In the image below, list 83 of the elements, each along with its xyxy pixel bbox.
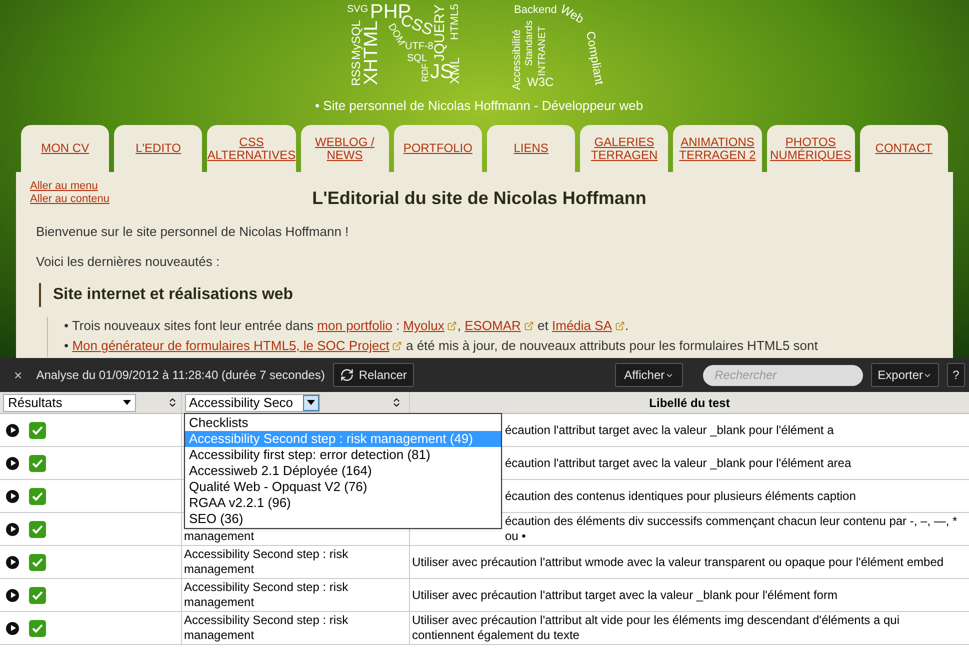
results-select[interactable]: Résultats (3, 394, 136, 412)
nav-tab[interactable]: PHOTOS NUMÉRIQUES (766, 125, 855, 172)
sort-icon (391, 397, 402, 408)
logo-word: Backend (514, 5, 557, 16)
expand-icon[interactable] (6, 424, 19, 436)
logo-word: HTML5 (450, 4, 461, 40)
close-button[interactable]: × (14, 364, 22, 386)
help-button[interactable]: ? (947, 363, 965, 387)
text-link[interactable]: mon portfolio (317, 318, 392, 333)
expand-icon[interactable] (6, 556, 19, 568)
external-link-icon (615, 320, 625, 331)
skip-link[interactable]: Aller au contenu (30, 193, 110, 206)
dropdown-option[interactable]: SEO (36) (185, 511, 501, 527)
dropdown-option[interactable]: Accessibility first step: error detection (81) (185, 447, 501, 463)
paragraph: Voici les dernières nouveautés : (36, 252, 221, 270)
dropdown-option[interactable]: RGAA v2.2.1 (96) (185, 495, 501, 511)
checklist-select[interactable]: Accessibility Seco (185, 394, 320, 412)
news-item: • Mon générateur de formulaires HTML5, le SOC Project a été mis à jour, de nouveaux attributs pour les formulaires HTML5 sont (64, 337, 819, 354)
test-label-cell-text: écaution des éléments div successifs commençant chacun leur contenu par -, –, —, * ou • (505, 514, 958, 544)
nav-tab[interactable]: ANIMATIONS TERRAGEN 2 (673, 125, 762, 172)
expand-icon[interactable] (6, 588, 19, 602)
expand-icon[interactable] (6, 456, 19, 470)
checklist-cell-text: Accessibility Second step : risk management (184, 580, 350, 610)
test-label-cell: Utiliser avec précaution l'attribut target avec la valeur _blank pour l'élément form (412, 588, 838, 602)
column-header: Libellé du test (648, 394, 731, 412)
nav-tab[interactable]: GALERIES TERRAGEN (580, 125, 668, 172)
logo-word: JQUERY (432, 4, 446, 61)
logo-word: Standards (525, 20, 535, 66)
logo-word: UTF-8 (405, 42, 434, 52)
logo-word: W3C (527, 76, 554, 88)
test-label-cell: écaution l'attribut target avec la valeur _blank pour l'élément a (505, 422, 834, 438)
dropdown-option[interactable]: Accessiweb 2.1 Déployée (164) (185, 463, 501, 479)
external-link-icon (392, 340, 402, 351)
nav-tab[interactable]: LIENS (487, 125, 576, 172)
expand-icon[interactable] (6, 522, 19, 536)
external-link-icon (524, 320, 534, 331)
logo-word: Web (558, 2, 586, 26)
nav-tab[interactable]: L'EDITO (114, 125, 202, 172)
text-link[interactable]: Myolux (403, 318, 458, 333)
external-link-icon (447, 320, 458, 331)
rerun-button[interactable]: Relancer (332, 363, 414, 387)
dropdown-option[interactable]: Checklists (185, 415, 501, 431)
nav-tab[interactable]: WEBLOG / NEWS (300, 125, 389, 172)
dropdown-arrow-icon (123, 400, 131, 405)
paragraph: Bienvenue sur le site personnel de Nicolas Hoffmann ! (36, 223, 350, 241)
logo-word: XHTML (362, 20, 381, 85)
logo-word: MySQL (350, 20, 362, 60)
sort-icon (167, 397, 178, 408)
text-link[interactable]: Mon générateur de formulaires HTML5, le SOC Project (72, 338, 402, 353)
page-title: L'Editorial du site de Nicolas Hoffmann (311, 187, 648, 210)
logo-word: SVG (347, 5, 368, 15)
logo-word: Compliant (584, 30, 606, 86)
logo-word: SQL (407, 54, 428, 64)
dropdown-option[interactable]: Qualité Web - Opquast V2 (76) (185, 479, 501, 495)
logo-word: Accessibilité (512, 29, 523, 90)
skip-link[interactable]: Aller au menu (30, 180, 110, 193)
nav-tab[interactable]: MON CV (21, 125, 110, 172)
logo-word: RDF (421, 64, 430, 82)
text-link[interactable]: Imédia SA (552, 318, 625, 333)
refresh-icon (340, 368, 354, 382)
nav-tab[interactable]: CONTACT (860, 125, 948, 172)
expand-icon[interactable] (6, 490, 19, 502)
nav-tab[interactable]: CSS ALTERNATIVES (207, 125, 296, 172)
checklist-cell-text: management (184, 529, 256, 544)
dropdown-option[interactable]: Accessibility Second step : risk management (49) (185, 431, 501, 447)
tagline: • Site personnel de Nicolas Hoffmann - Développeur web (315, 97, 644, 115)
expand-icon[interactable] (6, 622, 19, 634)
test-label-cell-text: Utiliser avec précaution l'attribut alt vide pour les éléments img descendant d'éléments a qui contiennent également du texte (412, 613, 901, 643)
logo-word: RSS (350, 61, 362, 86)
checklist-cell-text: Accessibility Second step : risk management (184, 547, 350, 577)
analysis-info: Analyse du 01/09/2012 à 11:28:40 (durée 7 secondes) (36, 367, 325, 384)
search-field[interactable]: Rechercher (702, 364, 863, 386)
logo-word: INTRANET (538, 26, 548, 76)
text-link[interactable]: ESOMAR (464, 318, 534, 333)
checklist-cell-text: Accessibility Second step : risk management (184, 613, 350, 643)
show-button[interactable]: Afficher (615, 363, 683, 387)
test-label-cell: écaution l'attribut target avec la valeur _blank pour l'élément area (505, 456, 852, 470)
nav-tab[interactable]: PORTFOLIO (394, 125, 482, 172)
news-item: • Trois nouveaux sites font leur entrée dans mon portfolio : Myolux , ESOMAR et Imédia SA . (64, 317, 630, 334)
test-label-cell: écaution des contenus identiques pour plusieurs éléments caption (505, 488, 856, 504)
test-label-cell: Utiliser avec précaution l'attribut wmode avec la valeur transparent ou opaque pour l'élément embed (412, 554, 944, 570)
export-button[interactable]: Exporter (870, 363, 939, 387)
section-heading: Site internet et réalisations web (39, 283, 939, 307)
